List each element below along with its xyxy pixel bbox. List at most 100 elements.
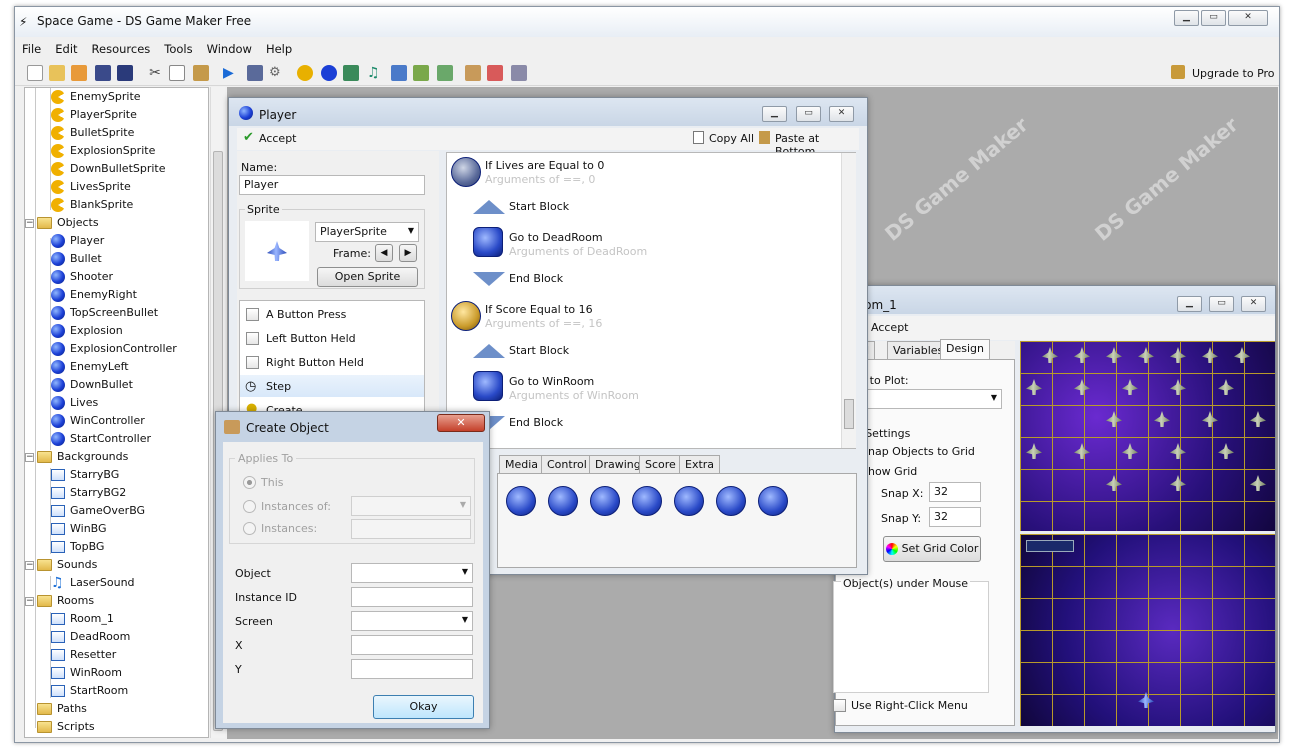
tree-object[interactable]: EnemyLeft [51, 358, 129, 376]
player-close-button[interactable]: ✕ [829, 106, 854, 122]
enemy-ship[interactable] [1170, 379, 1186, 395]
paste-icon[interactable] [193, 65, 209, 81]
tree-object[interactable]: StartController [51, 430, 151, 448]
objects-under-mouse-list[interactable] [833, 581, 989, 693]
settings-icon[interactable]: ⚙ [269, 65, 285, 81]
palette-action-icon[interactable] [548, 486, 578, 516]
copy-icon[interactable] [169, 65, 185, 81]
set-grid-color-button[interactable]: Set Grid Color [883, 536, 981, 562]
open-folder-icon[interactable] [49, 65, 65, 81]
screen-select[interactable]: ▼ [351, 611, 473, 631]
palette-action-icon[interactable] [590, 486, 620, 516]
room-maximize-button[interactable]: ▭ [1209, 296, 1234, 312]
snap-y-input[interactable]: 32 [929, 507, 981, 527]
upgrade-link[interactable]: Upgrade to Pro [1192, 67, 1275, 80]
collapse-sounds[interactable]: − [25, 561, 34, 570]
enemy-ship[interactable] [1106, 475, 1122, 491]
lives-display[interactable] [1026, 540, 1074, 552]
tree-object[interactable]: Shooter [51, 268, 113, 286]
collapse-backgrounds[interactable]: − [25, 453, 34, 462]
global-variables-icon[interactable] [511, 65, 527, 81]
add-room-icon[interactable] [391, 65, 407, 81]
menu-file[interactable]: File [15, 39, 48, 59]
save-icon[interactable] [95, 65, 111, 81]
room-minimize-button[interactable]: ▁ [1177, 296, 1202, 312]
enemy-ship[interactable] [1106, 411, 1122, 427]
radio-instances-of[interactable] [243, 500, 256, 513]
tree-object[interactable]: TopScreenBullet [51, 304, 158, 322]
room-close-button[interactable]: ✕ [1241, 296, 1266, 312]
close-button[interactable]: ✕ [1228, 10, 1268, 26]
enemy-ship[interactable] [1202, 411, 1218, 427]
game-settings-icon[interactable] [465, 65, 481, 81]
enemy-ship[interactable] [1170, 475, 1186, 491]
collapse-rooms[interactable]: − [25, 597, 34, 606]
tree-sprite[interactable]: DownBulletSprite [51, 160, 166, 178]
player-ship[interactable] [1138, 692, 1154, 708]
add-sprite-icon[interactable] [297, 65, 313, 81]
tree-room[interactable]: Room_1 [51, 610, 114, 628]
enemy-ship[interactable] [1042, 347, 1058, 363]
right-click-menu-checkbox[interactable] [833, 699, 846, 712]
enemy-ship[interactable] [1106, 347, 1122, 363]
enemy-ship[interactable] [1250, 411, 1266, 427]
event-item[interactable]: Right Button Held [266, 356, 364, 369]
tree-sprite[interactable]: BlankSprite [51, 196, 133, 214]
menu-tools[interactable]: Tools [157, 39, 199, 59]
player-accept-button[interactable]: Accept [259, 132, 297, 145]
add-script-icon[interactable] [437, 65, 453, 81]
maximize-button[interactable]: ▭ [1201, 10, 1226, 26]
enemy-ship[interactable] [1250, 475, 1266, 491]
action-scrollbar[interactable] [841, 153, 856, 448]
sprite-select[interactable]: PlayerSprite ▼ [315, 222, 419, 242]
enemy-ship[interactable] [1202, 347, 1218, 363]
tree-object[interactable]: Player [51, 232, 104, 250]
tree-object[interactable]: EnemyRight [51, 286, 137, 304]
cut-icon[interactable]: ✂ [147, 65, 163, 81]
tree-folder-sounds[interactable]: Sounds [37, 556, 97, 574]
open-sprite-button[interactable]: Open Sprite [317, 267, 418, 287]
room-tab-design[interactable]: Design [940, 339, 990, 359]
palette-action-icon[interactable] [506, 486, 536, 516]
tree-background[interactable]: StarryBG2 [51, 484, 126, 502]
frame-next-button[interactable]: ▶ [399, 244, 417, 262]
tree-sound[interactable]: ♫ LaserSound [51, 574, 135, 592]
event-item[interactable]: A Button Press [266, 308, 346, 321]
room-bottom-screen[interactable] [1020, 534, 1275, 726]
tree-sprite[interactable]: PlayerSprite [51, 106, 137, 124]
tree-object[interactable]: WinController [51, 412, 145, 430]
action-title[interactable]: If Lives are Equal to 0 [485, 159, 604, 172]
okay-button[interactable]: Okay [373, 695, 474, 719]
action-title[interactable]: End Block [509, 416, 563, 429]
menu-window[interactable]: Window [200, 39, 259, 59]
action-title[interactable]: Go to WinRoom [509, 375, 594, 388]
action-title[interactable]: Start Block [509, 200, 569, 213]
palette-action-icon[interactable] [716, 486, 746, 516]
instance-id-input[interactable] [351, 587, 473, 607]
tree-sprite[interactable]: ExplosionSprite [51, 142, 155, 160]
snap-x-input[interactable]: 32 [929, 482, 981, 502]
enemy-ship[interactable] [1234, 347, 1250, 363]
palette-action-icon[interactable] [632, 486, 662, 516]
actions-tab-media[interactable]: Media [499, 455, 545, 473]
tree-background[interactable]: GameOverBG [51, 502, 145, 520]
tree-sprite[interactable]: LivesSprite [51, 178, 131, 196]
event-item-selected[interactable]: Step [266, 380, 291, 393]
palette-action-icon[interactable] [758, 486, 788, 516]
actions-tab-extra[interactable]: Extra [679, 455, 721, 473]
tree-room[interactable]: Resetter [51, 646, 116, 664]
tree-object[interactable]: Explosion [51, 322, 123, 340]
tree-object[interactable]: ExplosionController [51, 340, 177, 358]
tree-room[interactable]: WinRoom [51, 664, 122, 682]
tree-background[interactable]: StarryBG [51, 466, 119, 484]
tree-room[interactable]: StartRoom [51, 682, 128, 700]
dialog-close-button[interactable]: ✕ [437, 414, 485, 432]
tree-folder-rooms[interactable]: Rooms [37, 592, 94, 610]
new-file-icon[interactable] [27, 65, 43, 81]
enemy-ship[interactable] [1074, 347, 1090, 363]
open-recent-icon[interactable] [71, 65, 87, 81]
enemy-ship[interactable] [1026, 379, 1042, 395]
action-title[interactable]: End Block [509, 272, 563, 285]
enemy-ship[interactable] [1074, 443, 1090, 459]
enemy-ship[interactable] [1138, 347, 1154, 363]
